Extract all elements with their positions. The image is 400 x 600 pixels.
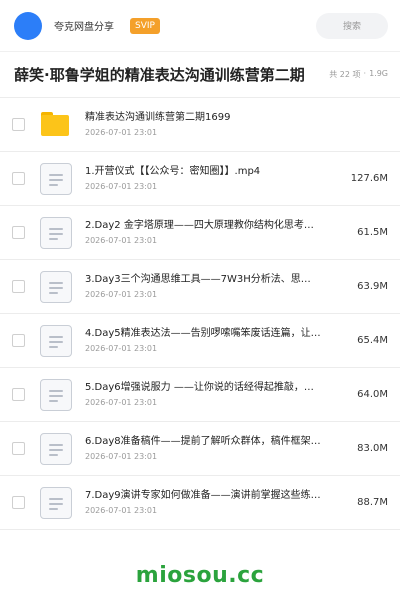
- select-checkbox[interactable]: [12, 118, 25, 131]
- item-info: 3.Day3三个沟通思维工具——7W3H分析法、思… 2026-07-01 23:…: [85, 273, 349, 300]
- select-checkbox[interactable]: [12, 172, 25, 185]
- item-info: 6.Day8准备稿件——提前了解听众群体，稿件框架… 2026-07-01 23:…: [85, 435, 349, 462]
- folder-row[interactable]: 精准表达沟通训练营第二期1699 2026-07-01 23:01: [0, 98, 400, 152]
- file-row[interactable]: 1.开营仪式【【公众号：密知圈】】.mp4 2026-07-01 23:01 127…: [0, 152, 400, 206]
- item-date: 2026-07-01 23:01: [85, 236, 158, 245]
- file-row[interactable]: 5.Day6增强说服力 ——让你说的话经得起推敲，… 2026-07-01 23:…: [0, 368, 400, 422]
- select-checkbox[interactable]: [12, 334, 25, 347]
- total-size: 1.9G: [369, 69, 388, 78]
- share-title-bar: 薛笑·耶鲁学姐的精准表达沟通训练营第二期 共 22 项 · 1.9G: [0, 52, 400, 98]
- item-size: 64.0M: [357, 389, 388, 400]
- watermark: miosou.cc: [135, 563, 265, 588]
- item-name[interactable]: 精准表达沟通训练营第二期1699: [85, 111, 330, 125]
- item-size: 127.6M: [350, 173, 388, 184]
- item-date: 2026-07-01 23:01: [85, 182, 158, 191]
- document-icon: [39, 324, 73, 358]
- item-info: 5.Day6增强说服力 ——让你说的话经得起推敲，… 2026-07-01 23:…: [85, 381, 349, 408]
- item-name[interactable]: 4.Day5精准表达法——告别啰嗦嘴笨废话连篇，让…: [85, 327, 330, 341]
- item-size: 63.9M: [357, 281, 388, 292]
- item-date: 2026-07-01 23:01: [85, 398, 158, 407]
- document-icon: [39, 162, 73, 196]
- select-checkbox[interactable]: [12, 442, 25, 455]
- select-checkbox[interactable]: [12, 388, 25, 401]
- avatar[interactable]: [14, 11, 42, 40]
- document-icon: [39, 216, 73, 250]
- share-page: 夸克网盘分享 SVIP 搜索 薛笑·耶鲁学姐的精准表达沟通训练营第二期 共 22…: [0, 0, 400, 600]
- file-row[interactable]: 6.Day8准备稿件——提前了解听众群体，稿件框架… 2026-07-01 23:…: [0, 422, 400, 476]
- select-checkbox[interactable]: [12, 280, 25, 293]
- file-row[interactable]: 3.Day3三个沟通思维工具——7W3H分析法、思… 2026-07-01 23:…: [0, 260, 400, 314]
- share-meta: 共 22 项 · 1.9G: [329, 69, 388, 80]
- item-info: 精准表达沟通训练营第二期1699 2026-07-01 23:01: [85, 111, 380, 138]
- file-row[interactable]: 2.Day2 金字塔原理——四大原理教你结构化思考… 2026-07-01 23:…: [0, 206, 400, 260]
- select-checkbox[interactable]: [12, 496, 25, 509]
- document-icon: [39, 270, 73, 304]
- item-info: 4.Day5精准表达法——告别啰嗦嘴笨废话连篇，让… 2026-07-01 23:…: [85, 327, 349, 354]
- file-row[interactable]: 7.Day9演讲专家如何做准备——演讲前掌握这些练… 2026-07-01 23:…: [0, 476, 400, 530]
- file-row[interactable]: 4.Day5精准表达法——告别啰嗦嘴笨废话连篇，让… 2026-07-01 23:…: [0, 314, 400, 368]
- item-date: 2026-07-01 23:01: [85, 344, 158, 353]
- item-size: 61.5M: [357, 227, 388, 238]
- item-name[interactable]: 1.开营仪式【【公众号：密知圈】】.mp4: [85, 165, 330, 179]
- item-date: 2026-07-01 23:01: [85, 506, 158, 515]
- item-name[interactable]: 3.Day3三个沟通思维工具——7W3H分析法、思…: [85, 273, 330, 287]
- item-info: 2.Day2 金字塔原理——四大原理教你结构化思考… 2026-07-01 23:…: [85, 219, 349, 246]
- document-icon: [39, 378, 73, 412]
- item-name[interactable]: 7.Day9演讲专家如何做准备——演讲前掌握这些练…: [85, 489, 330, 503]
- item-date: 2026-07-01 23:01: [85, 128, 158, 137]
- item-date: 2026-07-01 23:01: [85, 290, 158, 299]
- document-icon: [39, 486, 73, 520]
- item-size: 65.4M: [357, 335, 388, 346]
- meta-separator: ·: [363, 69, 367, 78]
- item-size: 83.0M: [357, 443, 388, 454]
- page-title: 薛笑·耶鲁学姐的精准表达沟通训练营第二期: [14, 66, 305, 84]
- search-placeholder: 搜索: [342, 22, 361, 32]
- document-icon: [39, 432, 73, 466]
- item-info: 1.开营仪式【【公众号：密知圈】】.mp4 2026-07-01 23:01: [85, 165, 343, 192]
- item-size: 88.7M: [357, 497, 388, 508]
- brand-name: 夸克网盘分享: [54, 22, 114, 33]
- header: 夸克网盘分享 SVIP 搜索: [0, 0, 400, 52]
- search-input[interactable]: 搜索: [316, 12, 388, 39]
- item-name[interactable]: 5.Day6增强说服力 ——让你说的话经得起推敲，…: [85, 381, 330, 395]
- item-name[interactable]: 2.Day2 金字塔原理——四大原理教你结构化思考…: [85, 219, 330, 233]
- svip-badge: SVIP: [130, 17, 160, 34]
- item-count: 共 22 项: [329, 70, 361, 79]
- item-name[interactable]: 6.Day8准备稿件——提前了解听众群体，稿件框架…: [85, 435, 330, 449]
- select-checkbox[interactable]: [12, 226, 25, 239]
- folder-icon: [39, 108, 73, 142]
- file-list: 精准表达沟通训练营第二期1699 2026-07-01 23:01 1.开营仪式【【…: [0, 98, 400, 530]
- item-info: 7.Day9演讲专家如何做准备——演讲前掌握这些练… 2026-07-01 23:…: [85, 489, 349, 516]
- item-date: 2026-07-01 23:01: [85, 452, 158, 461]
